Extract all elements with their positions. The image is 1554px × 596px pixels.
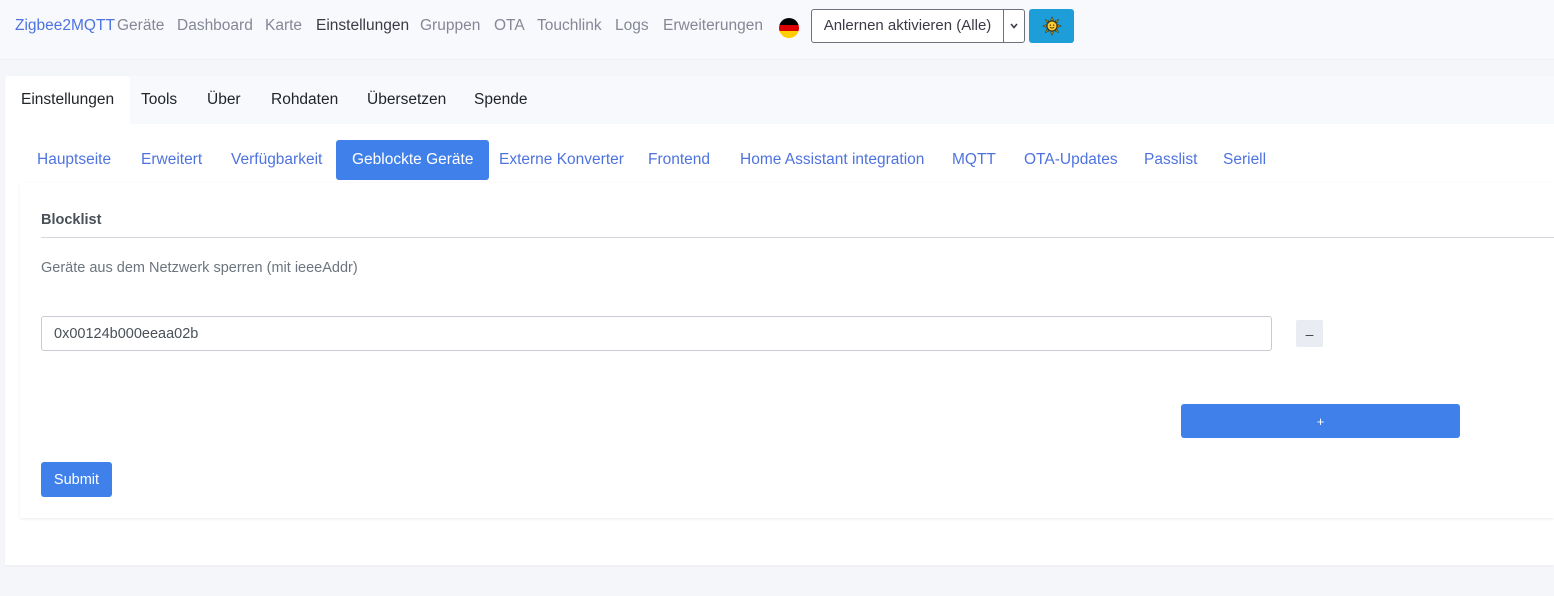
subtab-serial[interactable]: Seriell xyxy=(1207,140,1282,180)
subtab-frontend[interactable]: Frontend xyxy=(632,140,726,180)
permit-join-select[interactable]: Anlernen aktivieren (Alle) xyxy=(811,9,1025,43)
nav-item-ota[interactable]: OTA xyxy=(494,17,525,35)
blocklist-form: Blocklist Geräte aus dem Netzwerk sperre… xyxy=(20,183,1554,518)
nav-item-dashboard[interactable]: Dashboard xyxy=(177,17,253,35)
tab-settings[interactable]: Einstellungen xyxy=(5,76,131,124)
nav-item-settings[interactable]: Einstellungen xyxy=(316,17,409,35)
remove-item-button[interactable]: – xyxy=(1296,320,1323,347)
nav-item-devices[interactable]: Geräte xyxy=(117,17,164,35)
subtab-main[interactable]: Hauptseite xyxy=(21,140,127,180)
ieee-address-input[interactable] xyxy=(41,316,1272,351)
brand-link[interactable]: Zigbee2MQTT xyxy=(15,17,115,35)
tab-raw[interactable]: Rohdaten xyxy=(255,76,354,124)
subtab-availability[interactable]: Verfügbarkeit xyxy=(215,140,338,180)
nav-item-map[interactable]: Karte xyxy=(265,17,302,35)
subtab-blocked-devices[interactable]: Geblockte Geräte xyxy=(336,140,490,180)
subtab-mqtt[interactable]: MQTT xyxy=(936,140,1012,180)
subtab-external-converters[interactable]: Externe Konverter xyxy=(483,140,640,180)
subtab-ota-updates[interactable]: OTA-Updates xyxy=(1008,140,1134,180)
permit-join-label[interactable]: Anlernen aktivieren (Alle) xyxy=(812,10,1004,42)
top-navbar: Zigbee2MQTT Geräte Dashboard Karte Einst… xyxy=(0,0,1554,60)
nav-item-touchlink[interactable]: Touchlink xyxy=(537,17,602,35)
settings-tabs: Einstellungen Tools Über Rohdaten Überse… xyxy=(5,76,1554,124)
sun-icon xyxy=(1041,16,1062,36)
theme-toggle-button[interactable] xyxy=(1029,9,1074,43)
tab-about[interactable]: Über xyxy=(191,76,257,124)
form-legend: Blocklist xyxy=(41,212,102,228)
subtab-passlist[interactable]: Passlist xyxy=(1128,140,1213,180)
subtab-advanced[interactable]: Erweitert xyxy=(125,140,218,180)
subtab-home-assistant[interactable]: Home Assistant integration xyxy=(724,140,940,180)
german-flag-icon[interactable] xyxy=(779,18,799,38)
settings-card: Einstellungen Tools Über Rohdaten Überse… xyxy=(5,76,1554,565)
divider xyxy=(41,237,1554,238)
nav-item-groups[interactable]: Gruppen xyxy=(420,17,480,35)
nav-item-extensions[interactable]: Erweiterungen xyxy=(663,17,763,35)
submit-button[interactable]: Submit xyxy=(41,462,112,497)
tab-tools[interactable]: Tools xyxy=(125,76,193,124)
form-description: Geräte aus dem Netzwerk sperren (mit iee… xyxy=(41,260,358,276)
add-item-button[interactable]: + xyxy=(1181,404,1460,438)
chevron-down-icon[interactable] xyxy=(1004,10,1024,42)
tab-donate[interactable]: Spende xyxy=(458,76,543,124)
tab-translate[interactable]: Übersetzen xyxy=(351,76,462,124)
nav-item-logs[interactable]: Logs xyxy=(615,17,649,35)
